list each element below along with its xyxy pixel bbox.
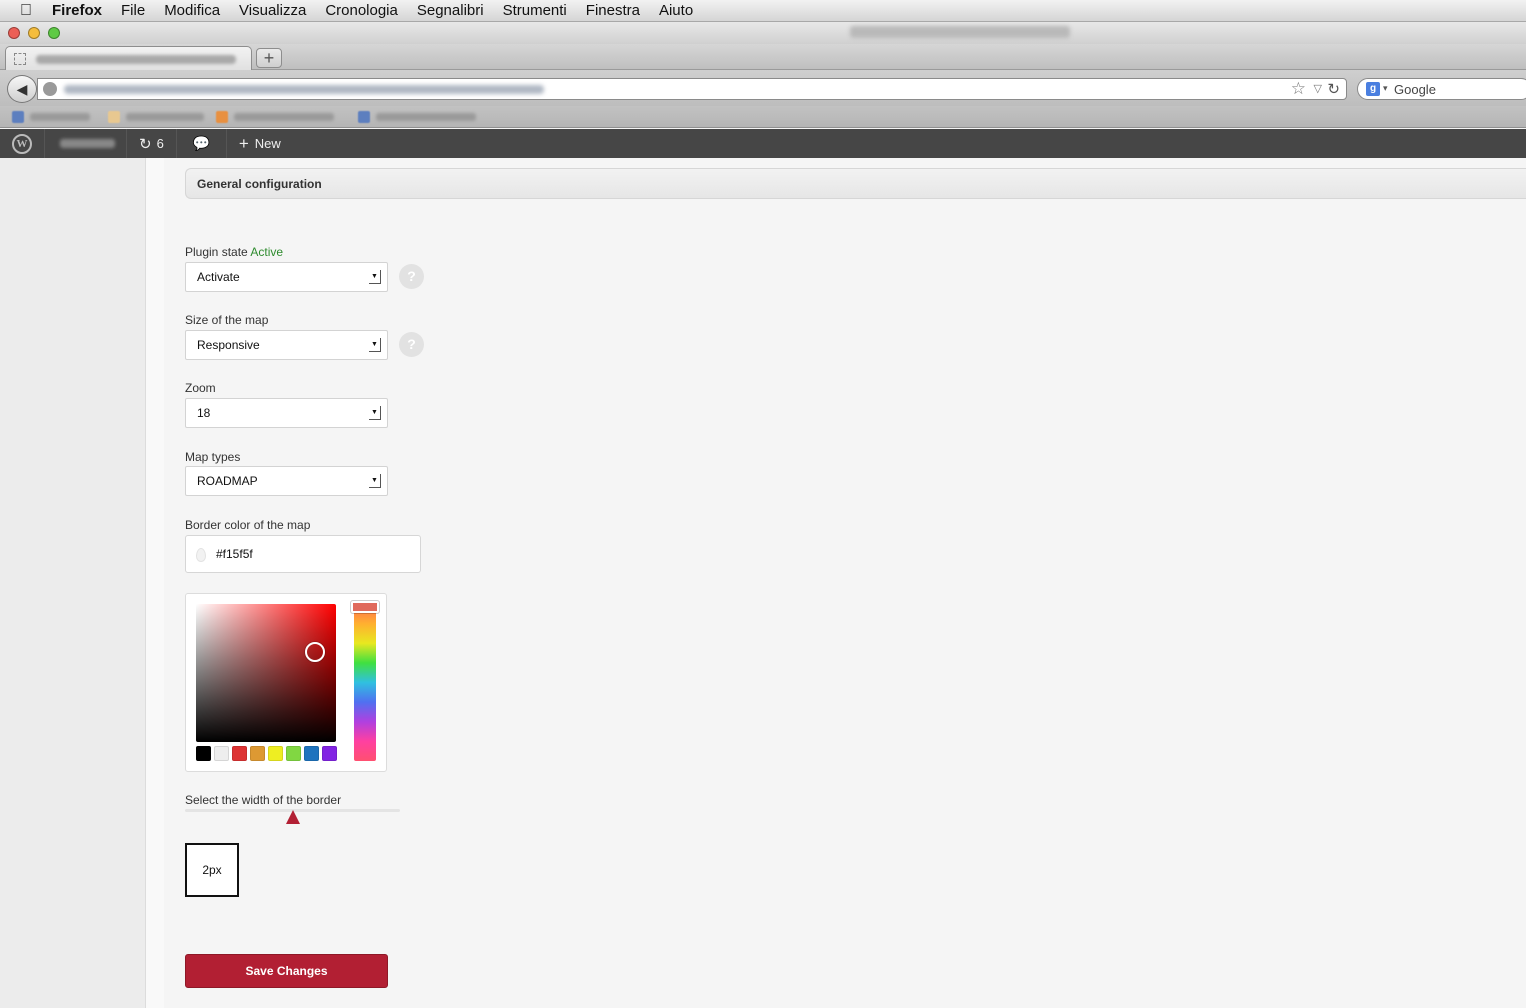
saturation-value-area[interactable] xyxy=(196,604,336,742)
minimize-window-button[interactable] xyxy=(28,27,40,39)
color-swatch[interactable] xyxy=(196,746,211,761)
tab-bar: + xyxy=(0,44,1526,71)
border-width-slider-handle[interactable] xyxy=(285,810,300,824)
menu-finestra[interactable]: Finestra xyxy=(586,2,640,19)
plugin-state-label-text: Plugin state xyxy=(185,245,248,259)
url-bar[interactable]: ☆ ▽ ↻ xyxy=(37,78,1347,100)
site-name-link[interactable] xyxy=(45,129,127,158)
wp-admin-bar: W ↻ 6 💬 + New xyxy=(0,129,1526,158)
bookmark-item[interactable] xyxy=(108,111,208,123)
window-title-blurred xyxy=(850,26,1070,38)
reload-icon[interactable]: ↻ xyxy=(1327,80,1340,98)
window-titlebar xyxy=(0,22,1526,44)
color-swatch[interactable] xyxy=(214,746,229,761)
map-types-value: ROADMAP xyxy=(197,474,258,488)
panel-title: General configuration xyxy=(185,168,1526,199)
bookmark-item[interactable] xyxy=(12,111,92,123)
color-swatch[interactable] xyxy=(304,746,319,761)
refresh-icon: ↻ xyxy=(139,135,152,153)
wordpress-logo-icon: W xyxy=(12,133,32,154)
google-search-engine-icon[interactable]: g xyxy=(1366,82,1380,96)
map-types-label: Map types xyxy=(185,450,241,464)
url-text-blurred xyxy=(64,85,544,94)
menu-strumenti[interactable]: Strumenti xyxy=(503,2,567,19)
plugin-state-help-icon[interactable]: ? xyxy=(399,264,424,289)
plugin-state-select[interactable]: Activate ▼ xyxy=(185,262,388,292)
border-color-value: #f15f5f xyxy=(216,547,253,561)
color-picker xyxy=(185,593,387,772)
bookmark-item[interactable] xyxy=(358,111,478,123)
color-swatch[interactable] xyxy=(268,746,283,761)
tab-title-blurred xyxy=(36,55,236,64)
map-size-label: Size of the map xyxy=(185,313,269,327)
new-label: New xyxy=(254,136,281,151)
navigation-bar: ☆ ▽ ↻ ◀ g ▾ Google xyxy=(0,70,1526,106)
menu-visualizza[interactable]: Visualizza xyxy=(239,2,306,19)
browser-tab[interactable] xyxy=(5,46,252,71)
new-tab-button[interactable]: + xyxy=(256,48,282,68)
tab-favicon-icon xyxy=(14,53,26,65)
back-button[interactable]: ◀ xyxy=(7,75,37,103)
map-size-select[interactable]: Responsive ▼ xyxy=(185,330,388,360)
search-placeholder: Google xyxy=(1394,82,1436,97)
apple-icon[interactable]:  xyxy=(0,2,52,20)
zoom-value: 18 xyxy=(197,406,211,420)
border-color-label: Border color of the map xyxy=(185,518,311,532)
content-edge xyxy=(146,158,164,1008)
search-bar[interactable]: g ▾ Google xyxy=(1357,78,1526,100)
menu-aiuto[interactable]: Aiuto xyxy=(659,2,693,19)
bookmark-star-icon[interactable]: ☆ xyxy=(1291,79,1306,99)
menu-app-firefox[interactable]: Firefox xyxy=(52,2,102,19)
map-size-help-icon[interactable]: ? xyxy=(399,332,424,357)
zoom-window-button[interactable] xyxy=(48,27,60,39)
zoom-select[interactable]: 18 ▼ xyxy=(185,398,388,428)
bookmarks-toolbar xyxy=(0,106,1526,128)
plus-icon: + xyxy=(238,133,249,153)
history-dropdown-icon[interactable]: ▽ xyxy=(1314,82,1322,95)
new-content-button[interactable]: + New xyxy=(227,134,281,154)
updates-count: 6 xyxy=(156,136,164,151)
hue-strip[interactable] xyxy=(354,604,376,761)
chevron-down-icon: ▼ xyxy=(369,474,381,488)
chevron-down-icon: ▼ xyxy=(369,270,381,284)
plugin-state-status: Active xyxy=(250,245,284,259)
color-drop-icon xyxy=(196,548,206,562)
hue-handle[interactable] xyxy=(351,601,379,613)
search-engine-dropdown-icon[interactable]: ▾ xyxy=(1383,83,1388,94)
chevron-down-icon: ▼ xyxy=(369,406,381,420)
color-swatch[interactable] xyxy=(250,746,265,761)
border-color-input[interactable]: #f15f5f xyxy=(185,535,421,573)
site-name-blurred xyxy=(60,139,115,148)
comment-bubble-icon: 💬 xyxy=(192,135,211,151)
save-changes-button[interactable]: Save Changes xyxy=(185,954,388,988)
admin-side-menu xyxy=(0,158,146,1008)
saturation-value-handle[interactable] xyxy=(305,642,325,662)
color-swatch[interactable] xyxy=(232,746,247,761)
color-swatch[interactable] xyxy=(286,746,301,761)
map-types-select[interactable]: ROADMAP ▼ xyxy=(185,466,388,496)
plugin-state-label: Plugin state Active xyxy=(185,245,283,259)
menu-modifica[interactable]: Modifica xyxy=(164,2,220,19)
site-identity-icon[interactable] xyxy=(43,82,57,96)
wordpress-logo-button[interactable]: W xyxy=(0,129,45,158)
menu-file[interactable]: File xyxy=(121,2,145,19)
updates-button[interactable]: ↻ 6 xyxy=(127,129,177,158)
zoom-label: Zoom xyxy=(185,381,216,395)
color-swatch[interactable] xyxy=(322,746,337,761)
border-width-label: Select the width of the border xyxy=(185,793,342,807)
close-window-button[interactable] xyxy=(8,27,20,39)
mac-menubar:  Firefox File Modifica Visualizza Crono… xyxy=(0,0,1526,22)
border-width-preview: 2px xyxy=(185,843,239,897)
menu-cronologia[interactable]: Cronologia xyxy=(325,2,398,19)
bookmark-item[interactable] xyxy=(216,111,336,123)
plugin-state-value: Activate xyxy=(197,270,240,284)
menu-segnalibri[interactable]: Segnalibri xyxy=(417,2,484,19)
chevron-down-icon: ▼ xyxy=(369,338,381,352)
map-size-value: Responsive xyxy=(197,338,260,352)
comments-button[interactable]: 💬 xyxy=(177,129,227,158)
